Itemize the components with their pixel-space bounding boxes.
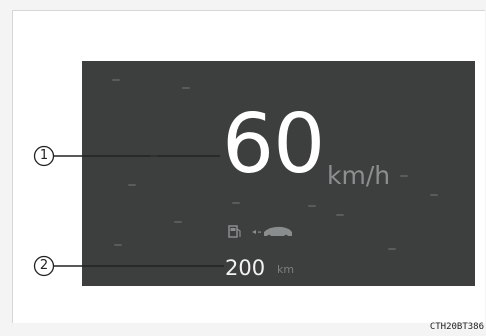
figure-code: CTH20BT386 — [429, 322, 484, 332]
callout-2 — [33, 255, 224, 277]
callout-2-label: 2 — [39, 258, 49, 273]
callout-1-label: 1 — [39, 148, 49, 163]
